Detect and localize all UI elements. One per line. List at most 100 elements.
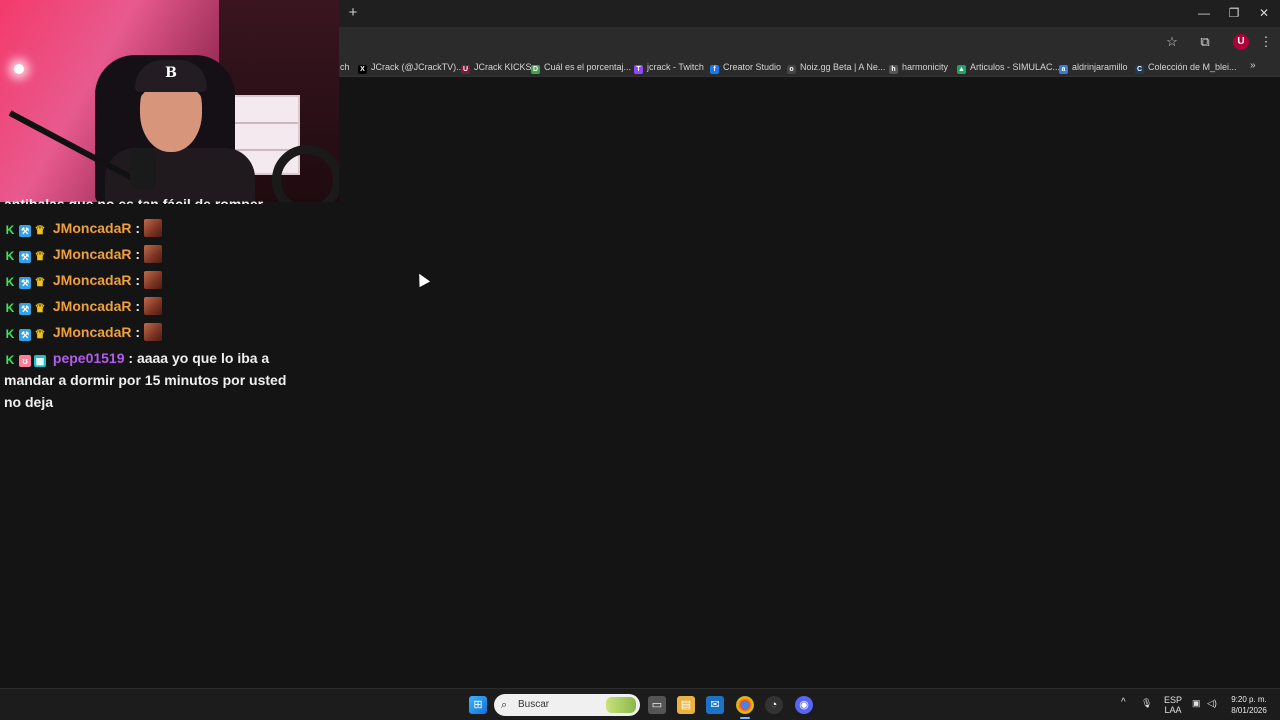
- harmonicity-icon: h: [889, 65, 898, 74]
- kick-icon: U: [461, 65, 470, 74]
- bookmark-item[interactable]: X JCrack (@JCrackTV)...: [358, 60, 464, 74]
- profile-avatar[interactable]: U: [1233, 34, 1249, 50]
- bookmark-label: JCrack KICKS: [474, 62, 532, 72]
- tray-chevron-icon[interactable]: ^: [1121, 698, 1126, 708]
- kick-badge-icon: K: [5, 249, 15, 263]
- active-app-indicator: [740, 717, 750, 719]
- volume-icon[interactable]: ◁): [1207, 698, 1217, 708]
- chat-username[interactable]: JMoncadaR: [53, 298, 132, 314]
- chat-username[interactable]: JMoncadaR: [53, 246, 132, 262]
- bookmark-item[interactable]: U JCrack KICKS: [461, 60, 532, 74]
- emote-icon: [144, 219, 163, 237]
- bookmark-item[interactable]: D Cuál es el porcentaj...: [531, 60, 631, 74]
- search-icon: ⌕: [501, 699, 508, 711]
- bookmark-item[interactable]: f Creator Studio: [710, 60, 781, 74]
- new-tab-button[interactable]: +: [345, 5, 361, 21]
- twitch-icon: T: [634, 65, 643, 74]
- windows-start-icon[interactable]: ⊞: [469, 696, 487, 714]
- chat-message-text: mandar a dormir por 15 minutos por usted: [4, 372, 287, 388]
- facebook-icon: f: [710, 65, 719, 74]
- bookmark-item[interactable]: ch: [340, 60, 350, 74]
- chat-message: K ⚒ ♛ JMoncadaR :: [4, 295, 163, 317]
- network-icon[interactable]: ▣: [1192, 698, 1201, 708]
- taskbar-search[interactable]: ⌕ Buscar: [494, 694, 640, 716]
- bookmark-item[interactable]: Tjcrack - Twitch: [634, 60, 704, 74]
- collection-icon: C: [1135, 65, 1144, 74]
- bookmark-label: Colección de M_blei...: [1148, 62, 1237, 72]
- pickaxe-badge-icon: ⚒: [19, 225, 31, 237]
- chat-message-partial: antibalas que no es tan fácil de romper: [4, 196, 264, 204]
- bookmark-star-icon[interactable]: ☆: [1163, 33, 1181, 51]
- racing-wheel: [272, 145, 339, 202]
- discord-icon[interactable]: ◉: [795, 696, 813, 714]
- file-explorer-icon[interactable]: ▤: [677, 696, 695, 714]
- chat-separator: :: [135, 324, 141, 340]
- microphone-icon[interactable]: 🎙: [1141, 698, 1152, 708]
- extensions-icon[interactable]: ⧉: [1196, 33, 1214, 51]
- chat-message: K ⚒ ♛ JMoncadaR :: [4, 217, 163, 239]
- obs-icon[interactable]: ◔: [765, 696, 783, 714]
- search-highlight-icon: [606, 697, 636, 713]
- bookmark-label: ch: [340, 62, 350, 72]
- emote-icon: [144, 271, 163, 289]
- kick-badge-icon: K: [5, 275, 15, 289]
- chat-message-text: no deja: [4, 394, 54, 410]
- crown-badge-icon: ♛: [34, 275, 46, 289]
- crown-badge-icon: ♛: [34, 223, 46, 237]
- bookmark-item[interactable]: a aldrinjaramillo: [1059, 60, 1128, 74]
- bookmarks-overflow-icon[interactable]: »: [1250, 60, 1256, 71]
- chat-message: K ⚒ ♛ JMoncadaR :: [4, 243, 163, 265]
- webcam-lamp: [14, 64, 24, 74]
- bookmark-item[interactable]: ▲ Articulos - SIMULAC...: [957, 60, 1060, 74]
- language-indicator[interactable]: ESP LAA: [1162, 695, 1184, 715]
- browser-menu-icon[interactable]: ⋮: [1257, 33, 1275, 51]
- search-placeholder: Buscar: [518, 699, 550, 710]
- chat-username[interactable]: JMoncadaR: [53, 272, 132, 288]
- mail-icon[interactable]: ✉: [706, 696, 724, 714]
- address-bar[interactable]: [340, 30, 1190, 54]
- drive-icon: ▲: [957, 65, 966, 74]
- webcam-overlay: B: [0, 0, 339, 202]
- microphone: [130, 148, 156, 190]
- bookmark-item[interactable]: o Noiz.gg Beta | A Ne...: [787, 60, 885, 74]
- keyboard-layout: LAA: [1164, 705, 1182, 715]
- emote-icon: [144, 297, 163, 315]
- chat-message: Kʊ ▦ pepe01519 : aaaa yo que lo iba a man…: [4, 347, 304, 413]
- baseball-cap: B: [135, 60, 207, 92]
- language-code: ESP: [1163, 695, 1182, 705]
- minimize-button[interactable]: —: [1194, 4, 1214, 22]
- pickaxe-badge-icon: ⚒: [19, 329, 31, 341]
- bookmark-label: Articulos - SIMULAC...: [970, 62, 1061, 72]
- restore-button[interactable]: ❐: [1224, 4, 1244, 22]
- pickaxe-badge-icon: ⚒: [19, 303, 31, 315]
- bookmark-item[interactable]: C Colección de M_blei...: [1135, 60, 1237, 74]
- chat-message: K ⚒ ♛ JMoncadaR :: [4, 321, 163, 343]
- bookmark-label: JCrack (@JCrackTV)...: [371, 62, 464, 72]
- bookmark-label: Noiz.gg Beta | A Ne...: [800, 62, 886, 72]
- task-view-icon[interactable]: ▭: [648, 696, 666, 714]
- grid-badge-icon: ▦: [34, 355, 46, 367]
- chat-message: K ⚒ ♛ JMoncadaR :: [4, 269, 163, 291]
- chat-separator: :: [135, 246, 141, 262]
- chat-username[interactable]: JMoncadaR: [53, 220, 132, 236]
- bookmark-label: Cuál es el porcentaj...: [544, 62, 632, 72]
- chat-username[interactable]: JMoncadaR: [53, 324, 132, 340]
- x-icon: X: [358, 65, 367, 74]
- close-button[interactable]: ✕: [1254, 4, 1274, 22]
- doc-icon: D: [531, 65, 540, 74]
- chat-separator: :: [135, 298, 141, 314]
- bunny-badge-icon: ʊ: [19, 355, 31, 367]
- chat-username[interactable]: pepe01519: [53, 350, 125, 366]
- kick-badge-icon: K: [5, 223, 15, 237]
- emote-icon: [144, 323, 163, 341]
- bookmark-label: aldrinjaramillo: [1072, 62, 1128, 72]
- mouse-cursor-icon: [413, 270, 431, 288]
- chrome-icon[interactable]: [736, 696, 754, 714]
- system-clock[interactable]: 9:20 p. m. 8/01/2026: [1224, 694, 1274, 716]
- clock-time: 9:20 p. m.: [1231, 695, 1267, 704]
- crown-badge-icon: ♛: [34, 327, 46, 341]
- kick-badge-icon: K: [5, 327, 15, 341]
- bookmark-item[interactable]: h harmonicity: [889, 60, 948, 74]
- chat-separator: :: [135, 220, 141, 236]
- bookmark-label: harmonicity: [902, 62, 949, 72]
